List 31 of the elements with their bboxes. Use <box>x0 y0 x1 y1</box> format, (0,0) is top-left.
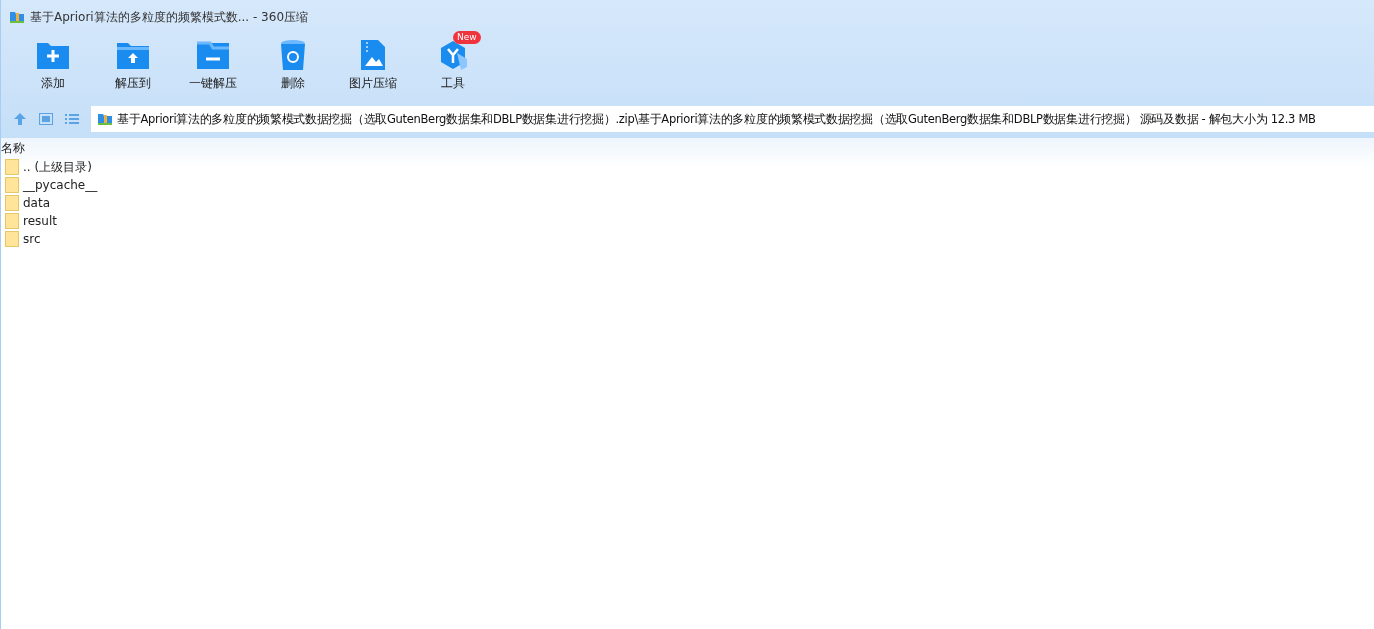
toolbar-button[interactable]: 图片压缩 <box>333 30 413 100</box>
folder-icon <box>5 231 19 247</box>
window-title: 基于Apriori算法的多粒度的频繁模式数... - 360压缩 <box>30 8 308 26</box>
folder-icon <box>5 195 19 211</box>
toolbar-button[interactable]: New 工具 <box>413 30 493 100</box>
file-name[interactable]: __pycache__ <box>23 178 98 192</box>
address-bar[interactable]: 基于Apriori算法的多粒度的频繁模式数据挖掘（选取GutenBerg数据集和DBLP数据集进行挖掘）.zip\基于Apriori算法的多粒度的频繁模式数据挖掘（选取GutenBerg数据集和DBLP数据集进行挖掘） 源码及数据 - 解包大小为 12.3 MB <box>91 106 1374 132</box>
folder-icon <box>5 177 19 193</box>
image-file-icon <box>360 39 386 71</box>
toolbar-button[interactable]: 添加 <box>13 30 93 100</box>
archive-path: 基于Apriori算法的多粒度的频繁模式数据挖掘（选取GutenBerg数据集和DBLP数据集进行挖掘）.zip\基于Apriori算法的多粒度的频繁模式数据挖掘（选取GutenBerg数据集和DBLP数据集进行挖掘） 源码及数据 - 解包大小为 12.3 MB <box>117 111 1316 127</box>
toolbar-button[interactable]: 解压到 <box>93 30 173 100</box>
file-name[interactable]: .. (上级目录) <box>23 158 92 176</box>
file-name[interactable]: src <box>23 232 41 246</box>
toolbar-button[interactable]: 删除 <box>253 30 333 100</box>
recycle-bin-icon <box>280 39 306 71</box>
folder-icon <box>5 159 19 175</box>
folder-minus-icon <box>196 40 230 70</box>
file-name[interactable]: data <box>23 196 51 210</box>
archive-icon <box>97 111 113 127</box>
folder-upload-icon <box>116 40 150 70</box>
list-view-icon[interactable] <box>65 113 79 125</box>
file-name[interactable]: result <box>23 214 57 228</box>
archive-icon <box>9 9 25 25</box>
thumbnail-view-icon[interactable] <box>39 113 53 125</box>
column-header[interactable]: 名称 <box>1 139 25 157</box>
new-badge: New <box>453 31 481 44</box>
folder-plus-icon <box>36 40 70 70</box>
toolbar-button[interactable]: 一键解压 <box>173 30 253 100</box>
up-arrow-icon[interactable] <box>13 112 27 126</box>
folder-icon <box>5 213 19 229</box>
